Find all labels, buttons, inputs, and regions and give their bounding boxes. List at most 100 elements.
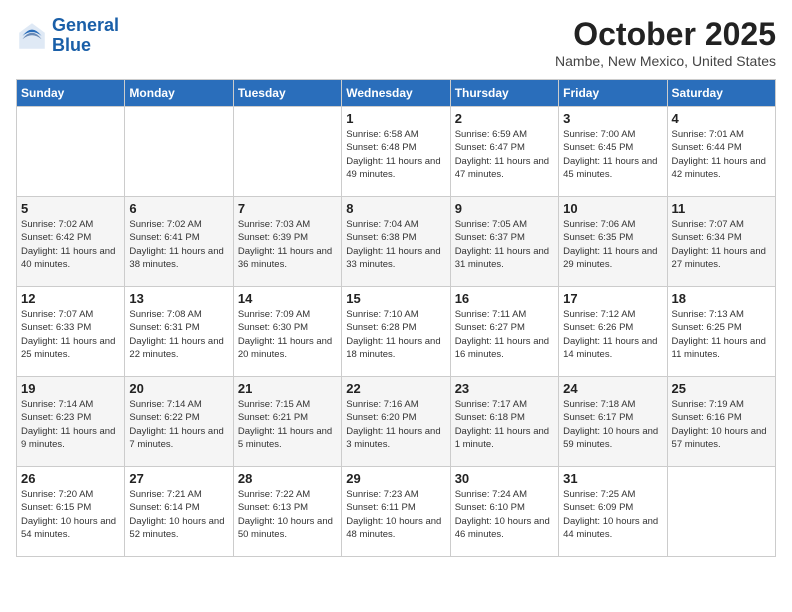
calendar-cell: 23 Sunrise: 7:17 AM Sunset: 6:18 PM Dayli… [450, 377, 558, 467]
calendar-cell: 31 Sunrise: 7:25 AM Sunset: 6:09 PM Dayli… [559, 467, 667, 557]
title-block: October 2025 Nambe, New Mexico, United S… [555, 16, 776, 69]
day-number: 6 [129, 201, 228, 216]
calendar-cell: 10 Sunrise: 7:06 AM Sunset: 6:35 PM Dayli… [559, 197, 667, 287]
day-number: 8 [346, 201, 445, 216]
calendar-week: 26 Sunrise: 7:20 AM Sunset: 6:15 PM Dayli… [17, 467, 776, 557]
day-number: 2 [455, 111, 554, 126]
calendar-cell: 15 Sunrise: 7:10 AM Sunset: 6:28 PM Dayli… [342, 287, 450, 377]
day-info: Sunrise: 7:25 AM Sunset: 6:09 PM Dayligh… [563, 488, 662, 541]
day-number: 27 [129, 471, 228, 486]
calendar-cell [17, 107, 125, 197]
day-info: Sunrise: 7:20 AM Sunset: 6:15 PM Dayligh… [21, 488, 120, 541]
month-title: October 2025 [555, 16, 776, 53]
day-number: 30 [455, 471, 554, 486]
day-info: Sunrise: 7:14 AM Sunset: 6:23 PM Dayligh… [21, 398, 120, 451]
calendar-body: 1Sunrise: 6:58 AM Sunset: 6:48 PM Daylig… [17, 107, 776, 557]
calendar-cell [233, 107, 341, 197]
calendar-cell: 13 Sunrise: 7:08 AM Sunset: 6:31 PM Dayli… [125, 287, 233, 377]
day-info: Sunrise: 7:22 AM Sunset: 6:13 PM Dayligh… [238, 488, 337, 541]
calendar-week: 5 Sunrise: 7:02 AM Sunset: 6:42 PM Daylig… [17, 197, 776, 287]
day-info: Sunrise: 7:10 AM Sunset: 6:28 PM Dayligh… [346, 308, 445, 361]
calendar-cell: 18 Sunrise: 7:13 AM Sunset: 6:25 PM Dayli… [667, 287, 775, 377]
day-number: 12 [21, 291, 120, 306]
day-number: 13 [129, 291, 228, 306]
calendar-cell: 11Sunrise: 7:07 AM Sunset: 6:34 PM Dayli… [667, 197, 775, 287]
day-info: Sunrise: 7:02 AM Sunset: 6:41 PM Dayligh… [129, 218, 228, 271]
day-info: Sunrise: 7:09 AM Sunset: 6:30 PM Dayligh… [238, 308, 337, 361]
calendar-cell: 22 Sunrise: 7:16 AM Sunset: 6:20 PM Dayli… [342, 377, 450, 467]
day-number: 22 [346, 381, 445, 396]
page-header: General Blue October 2025 Nambe, New Mex… [16, 16, 776, 69]
day-number: 26 [21, 471, 120, 486]
day-number: 31 [563, 471, 662, 486]
day-number: 29 [346, 471, 445, 486]
day-number: 24 [563, 381, 662, 396]
calendar-week: 1Sunrise: 6:58 AM Sunset: 6:48 PM Daylig… [17, 107, 776, 197]
day-info: Sunrise: 7:07 AM Sunset: 6:33 PM Dayligh… [21, 308, 120, 361]
day-number: 21 [238, 381, 337, 396]
calendar-cell: 12 Sunrise: 7:07 AM Sunset: 6:33 PM Dayli… [17, 287, 125, 377]
day-number: 11 [672, 201, 771, 216]
day-number: 3 [563, 111, 662, 126]
day-info: Sunrise: 7:16 AM Sunset: 6:20 PM Dayligh… [346, 398, 445, 451]
day-info: Sunrise: 7:23 AM Sunset: 6:11 PM Dayligh… [346, 488, 445, 541]
day-number: 5 [21, 201, 120, 216]
day-info: Sunrise: 7:03 AM Sunset: 6:39 PM Dayligh… [238, 218, 337, 271]
calendar-cell: 14 Sunrise: 7:09 AM Sunset: 6:30 PM Dayli… [233, 287, 341, 377]
day-info: Sunrise: 7:21 AM Sunset: 6:14 PM Dayligh… [129, 488, 228, 541]
calendar-cell: 7 Sunrise: 7:03 AM Sunset: 6:39 PM Daylig… [233, 197, 341, 287]
calendar-cell: 26 Sunrise: 7:20 AM Sunset: 6:15 PM Dayli… [17, 467, 125, 557]
day-info: Sunrise: 7:04 AM Sunset: 6:38 PM Dayligh… [346, 218, 445, 271]
day-number: 14 [238, 291, 337, 306]
logo-text: General Blue [52, 16, 119, 56]
calendar-cell: 16Sunrise: 7:11 AM Sunset: 6:27 PM Dayli… [450, 287, 558, 377]
day-number: 9 [455, 201, 554, 216]
calendar-week: 12 Sunrise: 7:07 AM Sunset: 6:33 PM Dayli… [17, 287, 776, 377]
day-number: 18 [672, 291, 771, 306]
calendar-table: SundayMondayTuesdayWednesdayThursdayFrid… [16, 79, 776, 557]
logo: General Blue [16, 16, 119, 56]
calendar-cell: 29 Sunrise: 7:23 AM Sunset: 6:11 PM Dayli… [342, 467, 450, 557]
day-info: Sunrise: 7:12 AM Sunset: 6:26 PM Dayligh… [563, 308, 662, 361]
day-info: Sunrise: 7:06 AM Sunset: 6:35 PM Dayligh… [563, 218, 662, 271]
calendar-cell: 9 Sunrise: 7:05 AM Sunset: 6:37 PM Daylig… [450, 197, 558, 287]
calendar-cell: 2Sunrise: 6:59 AM Sunset: 6:47 PM Daylig… [450, 107, 558, 197]
day-info: Sunrise: 7:05 AM Sunset: 6:37 PM Dayligh… [455, 218, 554, 271]
calendar-week: 19Sunrise: 7:14 AM Sunset: 6:23 PM Dayli… [17, 377, 776, 467]
calendar-cell: 20Sunrise: 7:14 AM Sunset: 6:22 PM Dayli… [125, 377, 233, 467]
day-number: 4 [672, 111, 771, 126]
calendar-cell: 28Sunrise: 7:22 AM Sunset: 6:13 PM Dayli… [233, 467, 341, 557]
logo-icon [16, 20, 48, 52]
day-number: 25 [672, 381, 771, 396]
weekday-header: Monday [125, 80, 233, 107]
day-info: Sunrise: 6:58 AM Sunset: 6:48 PM Dayligh… [346, 128, 445, 181]
calendar-cell: 17Sunrise: 7:12 AM Sunset: 6:26 PM Dayli… [559, 287, 667, 377]
day-info: Sunrise: 7:02 AM Sunset: 6:42 PM Dayligh… [21, 218, 120, 271]
day-info: Sunrise: 7:00 AM Sunset: 6:45 PM Dayligh… [563, 128, 662, 181]
calendar-cell [125, 107, 233, 197]
weekday-header: Friday [559, 80, 667, 107]
weekday-header: Wednesday [342, 80, 450, 107]
calendar-cell: 24 Sunrise: 7:18 AM Sunset: 6:17 PM Dayli… [559, 377, 667, 467]
calendar-header: SundayMondayTuesdayWednesdayThursdayFrid… [17, 80, 776, 107]
day-number: 23 [455, 381, 554, 396]
day-number: 7 [238, 201, 337, 216]
day-info: Sunrise: 7:24 AM Sunset: 6:10 PM Dayligh… [455, 488, 554, 541]
day-number: 10 [563, 201, 662, 216]
calendar-cell: 19Sunrise: 7:14 AM Sunset: 6:23 PM Dayli… [17, 377, 125, 467]
weekday-header: Saturday [667, 80, 775, 107]
day-info: Sunrise: 7:11 AM Sunset: 6:27 PM Dayligh… [455, 308, 554, 361]
day-info: Sunrise: 7:15 AM Sunset: 6:21 PM Dayligh… [238, 398, 337, 451]
day-info: Sunrise: 7:17 AM Sunset: 6:18 PM Dayligh… [455, 398, 554, 451]
day-info: Sunrise: 7:13 AM Sunset: 6:25 PM Dayligh… [672, 308, 771, 361]
calendar-cell: 6 Sunrise: 7:02 AM Sunset: 6:41 PM Daylig… [125, 197, 233, 287]
day-number: 20 [129, 381, 228, 396]
day-info: Sunrise: 7:08 AM Sunset: 6:31 PM Dayligh… [129, 308, 228, 361]
day-info: Sunrise: 7:18 AM Sunset: 6:17 PM Dayligh… [563, 398, 662, 451]
weekday-header: Tuesday [233, 80, 341, 107]
day-number: 15 [346, 291, 445, 306]
calendar-cell: 8 Sunrise: 7:04 AM Sunset: 6:38 PM Daylig… [342, 197, 450, 287]
location: Nambe, New Mexico, United States [555, 53, 776, 69]
calendar-cell: 25Sunrise: 7:19 AM Sunset: 6:16 PM Dayli… [667, 377, 775, 467]
calendar-cell: 1Sunrise: 6:58 AM Sunset: 6:48 PM Daylig… [342, 107, 450, 197]
